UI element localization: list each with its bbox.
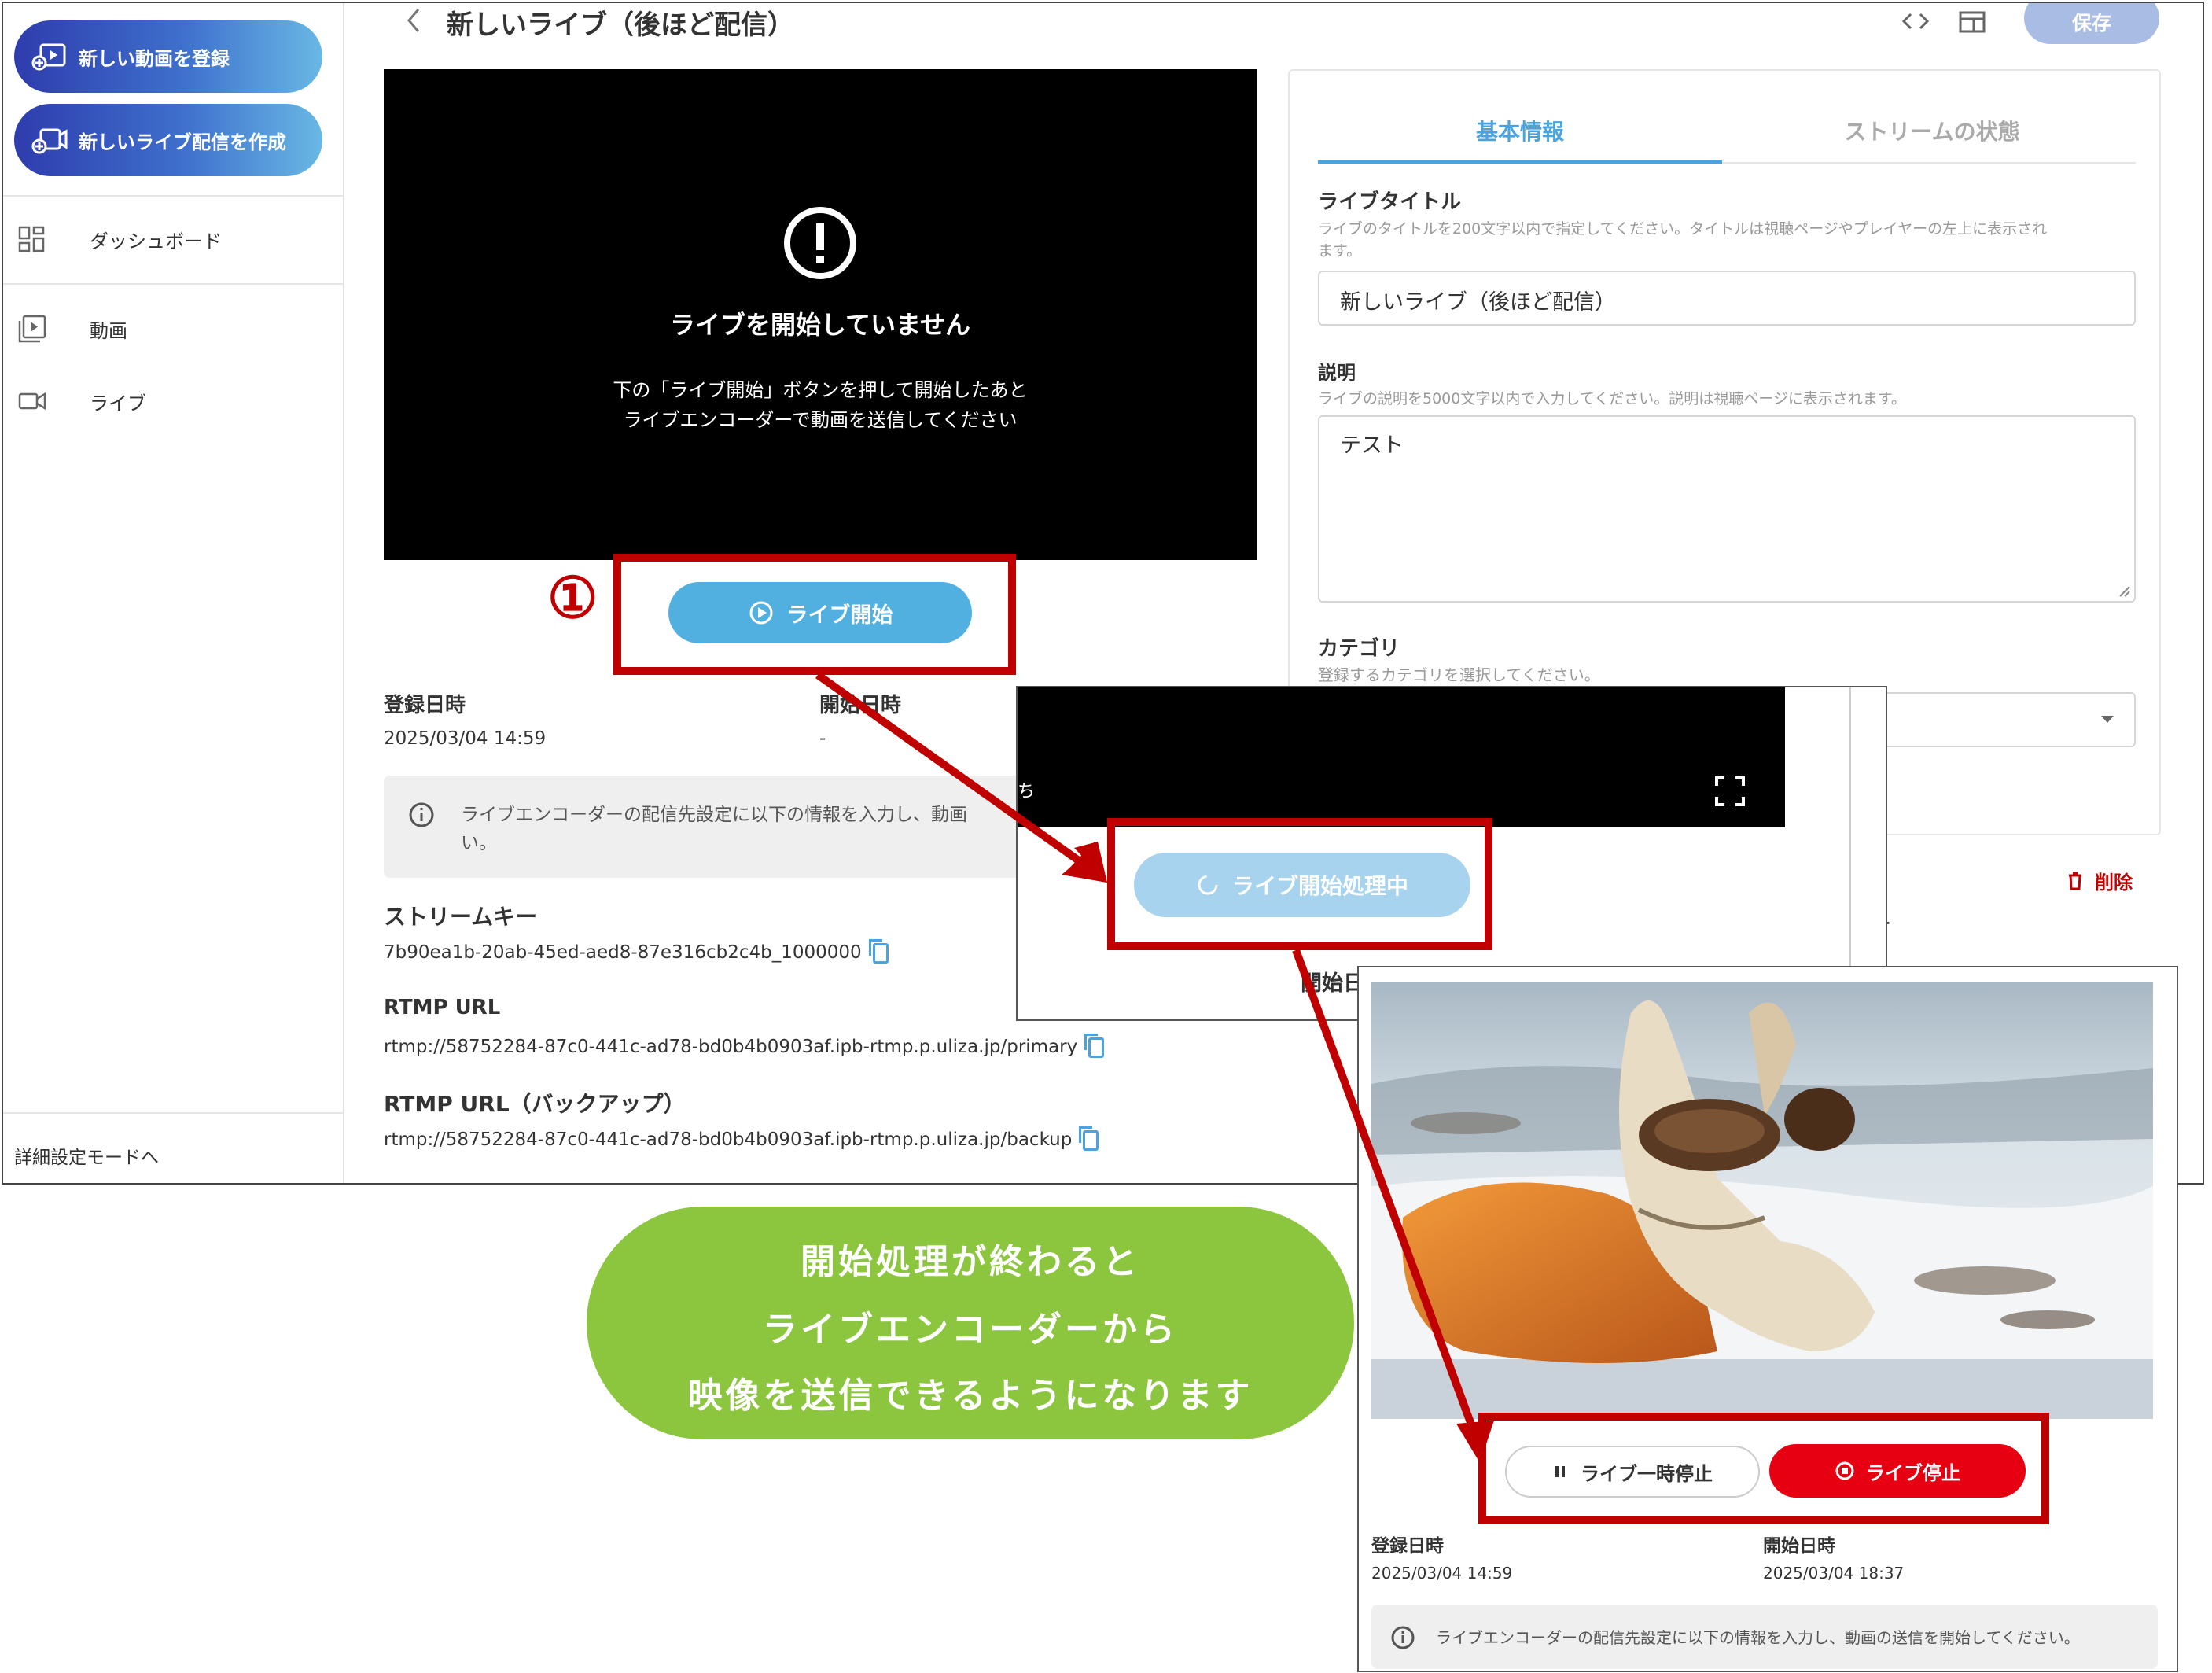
arrow-head-2: [1456, 1421, 1494, 1463]
arrow-line-2: [1292, 949, 1481, 1441]
annotation-arrows: [815, 671, 1494, 1463]
arrow-line-1: [815, 671, 1088, 869]
